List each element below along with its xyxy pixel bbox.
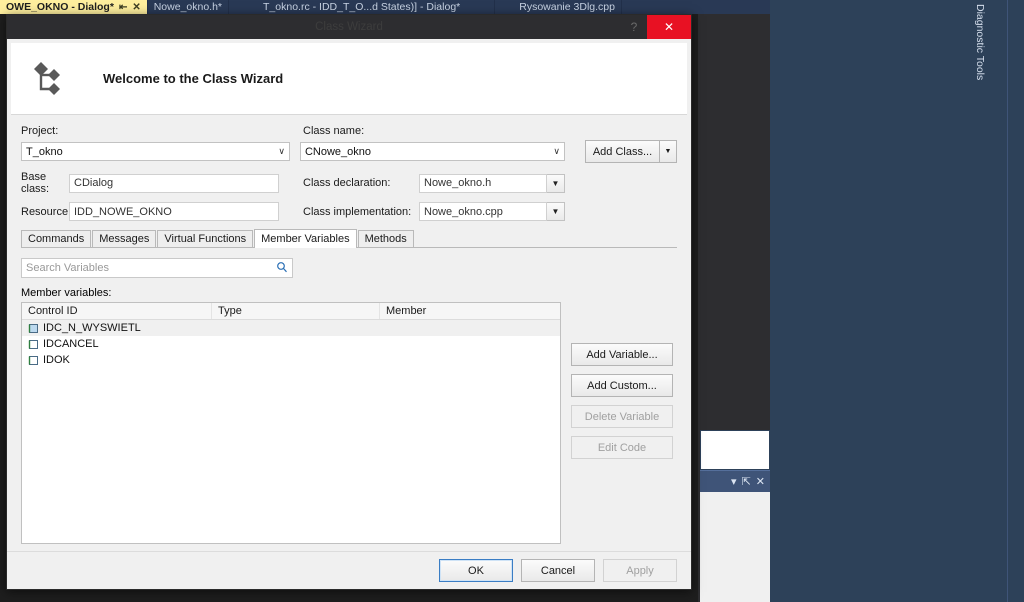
class-form: Project: Class name: T_okno ∨ CNowe_okno… [7, 115, 691, 221]
class-declaration-label: Class declaration: [303, 177, 391, 189]
pin-icon[interactable]: ⇱ [742, 475, 751, 488]
class-name-combo[interactable]: CNowe_okno ∨ [299, 142, 565, 161]
control-icon [28, 339, 39, 350]
member-variables-panel: Search Variables Member variables: Contr… [21, 248, 677, 564]
table-row[interactable]: IDC_N_WYSWIETL [22, 320, 560, 336]
background-panel-body [700, 492, 770, 602]
base-class-label: Base class: [21, 171, 50, 195]
base-class-input[interactable]: CDialog [69, 173, 279, 193]
control-id-cell: IDCANCEL [43, 338, 99, 350]
column-header-type[interactable]: Type [212, 303, 380, 319]
project-combo-value: T_okno [26, 145, 63, 158]
dialog-footer: OK Cancel Apply [7, 551, 691, 589]
resource-label: Resource: [21, 205, 72, 218]
background-panel-titlebar: ▾ ⇱ ✕ [700, 470, 770, 492]
pin-icon[interactable]: ⇤ [119, 2, 127, 13]
edit-code-button: Edit Code [571, 436, 673, 459]
dialog-titlebar[interactable]: Class Wizard ? ✕ [7, 15, 691, 39]
tab-virtual-functions[interactable]: Virtual Functions [157, 230, 254, 247]
column-header-member[interactable]: Member [380, 303, 560, 319]
chevron-down-icon[interactable]: ▾ [731, 475, 737, 488]
project-combo[interactable]: T_okno ∨ [21, 142, 290, 161]
close-icon[interactable]: ✕ [756, 475, 765, 488]
diagnostic-tools-tab[interactable]: Diagnostic Tools [974, 0, 1024, 602]
class-name-combo-value: CNowe_okno [304, 145, 372, 158]
member-variables-listview[interactable]: Control ID Type Member IDC_N_WYSWIETL ID… [21, 302, 561, 544]
class-implementation-input[interactable]: Nowe_okno.cpp [419, 202, 547, 221]
search-variables-input[interactable]: Search Variables [21, 258, 293, 278]
tab-messages[interactable]: Messages [92, 230, 157, 247]
class-wizard-dialog: Class Wizard ? ✕ Welcome to the Class Wi… [6, 14, 692, 590]
delete-variable-button: Delete Variable [571, 405, 673, 428]
variable-actions: Add Variable... Add Custom... Delete Var… [571, 343, 673, 459]
table-row[interactable]: IDOK [22, 352, 560, 368]
class-wizard-logo-icon [11, 55, 81, 103]
resource-input[interactable]: IDD_NOWE_OKNO [69, 202, 279, 221]
welcome-banner: Welcome to the Class Wizard [11, 43, 687, 115]
right-dock: Diagnostic Tools Resource View - T_okno … [770, 0, 1024, 602]
add-custom-button[interactable]: Add Custom... [571, 374, 673, 397]
dialog-title: Class Wizard [315, 21, 383, 33]
class-implementation-label: Class implementation: [303, 205, 412, 218]
editor-tab[interactable]: Nowe_okno.h* [148, 0, 230, 14]
diagnostic-tools-label: Diagnostic Tools [974, 4, 986, 81]
control-id-cell: IDC_N_WYSWIETL [43, 322, 141, 334]
add-variable-button[interactable]: Add Variable... [571, 343, 673, 366]
tab-member-variables[interactable]: Member Variables [254, 229, 357, 248]
editor-tab-label: Nowe_okno.h* [153, 1, 223, 13]
class-name-label: Class name: [303, 125, 365, 137]
search-icon[interactable] [276, 261, 288, 276]
editor-tab-active[interactable]: OWE_OKNO - Dialog* ⇤ ✕ [0, 0, 148, 14]
control-icon [28, 355, 39, 366]
background-panel-content [700, 430, 770, 470]
editor-tab[interactable]: T_okno.rc - IDD_T_O...d States)] - Dialo… [229, 0, 496, 14]
add-class-button[interactable]: Add Class... [585, 140, 659, 163]
column-header-control-id[interactable]: Control ID [22, 303, 212, 319]
class-declaration-input[interactable]: Nowe_okno.h [419, 173, 547, 193]
chevron-down-icon: ∨ [278, 146, 285, 156]
class-implementation-dropdown-icon[interactable]: ▼ [547, 202, 565, 221]
table-row[interactable]: IDCANCEL [22, 336, 560, 352]
ok-button[interactable]: OK [439, 559, 513, 582]
listview-header: Control ID Type Member [22, 303, 560, 320]
editor-tab[interactable]: Rysowanie 3Dlg.cpp [495, 0, 622, 14]
search-input-placeholder: Search Variables [26, 262, 109, 274]
editor-tab-label: OWE_OKNO - Dialog* [6, 1, 114, 13]
member-variables-label: Member variables: [21, 287, 112, 299]
chevron-down-icon: ∨ [553, 146, 560, 156]
control-id-cell: IDOK [43, 354, 70, 366]
project-label: Project: [21, 125, 59, 137]
class-declaration-dropdown-icon[interactable]: ▼ [547, 173, 565, 193]
tab-methods[interactable]: Methods [357, 230, 414, 247]
add-class-dropdown-arrow-icon[interactable]: ▼ [659, 140, 677, 163]
editor-tab-label: Rysowanie 3Dlg.cpp [519, 1, 615, 13]
wizard-tab-strip: Commands Messages Virtual Functions Memb… [21, 229, 677, 248]
control-icon [28, 323, 39, 334]
editor-tab-label: T_okno.rc - IDD_T_O...d States)] - Dialo… [263, 1, 461, 13]
add-class-split-button[interactable]: Add Class... ▼ [585, 140, 677, 163]
banner-title: Welcome to the Class Wizard [103, 71, 284, 86]
cancel-button[interactable]: Cancel [521, 559, 595, 582]
tab-commands[interactable]: Commands [21, 230, 92, 247]
close-icon[interactable]: ✕ [132, 2, 140, 13]
apply-button: Apply [603, 559, 677, 582]
